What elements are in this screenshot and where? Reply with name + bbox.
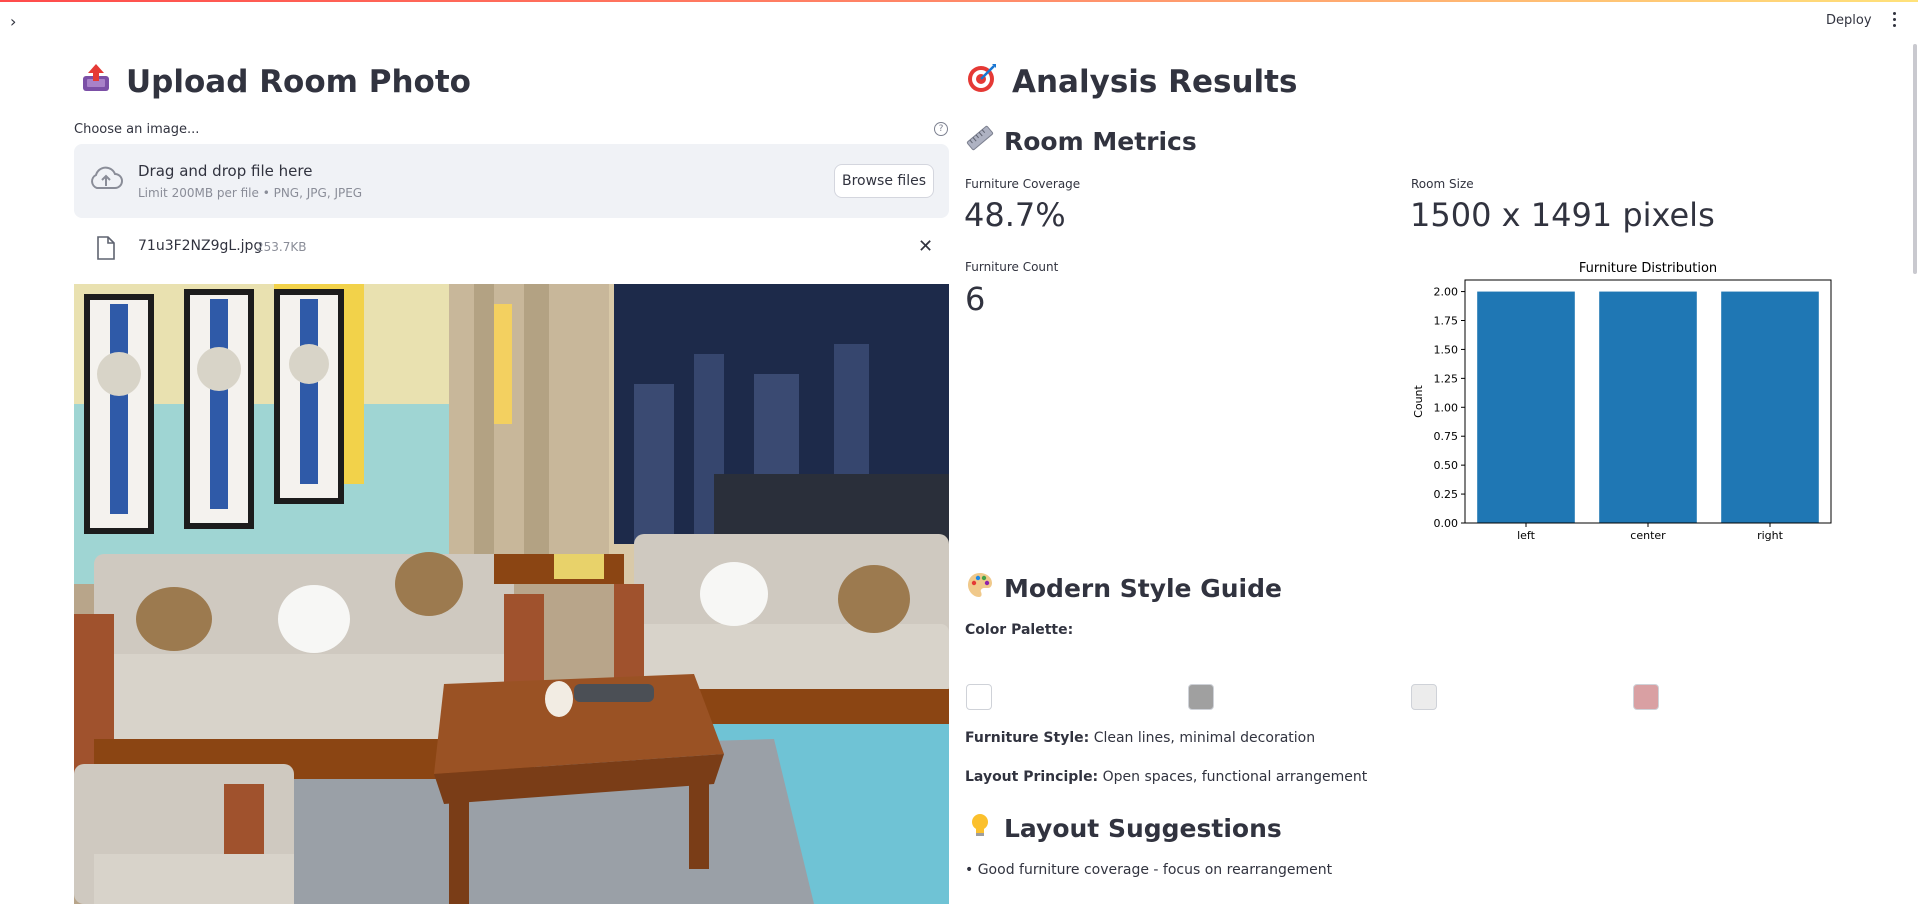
- dropzone-title: Drag and drop file here: [138, 162, 313, 180]
- y-tick-label: 0.50: [1434, 459, 1459, 472]
- scrollbar-thumb[interactable]: [1913, 44, 1917, 274]
- room-metrics-heading: Room Metrics: [966, 124, 1197, 158]
- ruler-icon: [966, 124, 994, 158]
- light-bulb-icon: [966, 811, 994, 845]
- file-uploader-label: Choose an image...: [74, 122, 200, 137]
- top-decoration-bar: [0, 0, 1918, 2]
- layout-principle-label: Layout Principle:: [965, 769, 1099, 785]
- furniture-style-label: Furniture Style:: [965, 730, 1090, 746]
- uploaded-file-row: 71u3F2NZ9gL.jpg 253.7KB ✕: [74, 228, 949, 268]
- browse-files-button[interactable]: Browse files: [834, 164, 934, 198]
- results-title: Analysis Results: [1012, 64, 1298, 100]
- y-tick-label: 1.75: [1434, 315, 1459, 328]
- layout-principle-line: Layout Principle: Open spaces, functiona…: [965, 769, 1367, 785]
- chart-bar: [1599, 291, 1697, 523]
- y-tick-label: 2.00: [1434, 286, 1459, 299]
- palette-swatch: [1633, 684, 1659, 710]
- x-tick-label: left: [1517, 529, 1536, 542]
- deploy-button[interactable]: Deploy: [1826, 13, 1872, 28]
- style-guide-heading: Modern Style Guide: [966, 571, 1282, 605]
- dropzone-hint: Limit 200MB per file • PNG, JPG, JPEG: [138, 186, 363, 200]
- results-heading: Analysis Results: [966, 62, 1297, 102]
- furniture-count-value: 6: [965, 280, 986, 318]
- y-tick-label: 0.25: [1434, 488, 1459, 501]
- y-tick-label: 0.75: [1434, 430, 1459, 443]
- file-dropzone[interactable]: Drag and drop file here Limit 200MB per …: [74, 144, 949, 218]
- suggestion-item: • Good furniture coverage - focus on rea…: [965, 862, 1333, 878]
- room-size-label: Room Size: [1411, 177, 1474, 191]
- room-metrics-title: Room Metrics: [1004, 126, 1197, 156]
- x-tick-label: center: [1630, 529, 1666, 542]
- chart-bar: [1721, 291, 1819, 523]
- room-photo: [74, 284, 949, 904]
- y-tick-label: 0.00: [1434, 517, 1459, 530]
- room-size-value: 1500 x 1491 pixels: [1410, 196, 1715, 234]
- color-palette-label: Color Palette:: [965, 622, 1074, 638]
- target-icon: [966, 62, 998, 102]
- upload-title: Upload Room Photo: [126, 64, 471, 100]
- outbox-tray-icon: [80, 62, 112, 102]
- file-size: 253.7KB: [256, 240, 307, 254]
- furniture-coverage-value: 48.7%: [964, 196, 1066, 234]
- kebab-menu-icon[interactable]: [1890, 12, 1898, 30]
- furniture-count-label: Furniture Count: [965, 260, 1059, 274]
- close-icon[interactable]: ✕: [918, 236, 933, 257]
- palette-swatch: [1411, 684, 1437, 710]
- y-axis-label: Count: [1412, 384, 1425, 417]
- y-tick-label: 1.25: [1434, 372, 1459, 385]
- furniture-distribution-chart: Furniture Distribution left center right 0.0…: [1412, 256, 1842, 550]
- chart-title: Furniture Distribution: [1579, 261, 1717, 276]
- palette-swatch: [1188, 684, 1214, 710]
- palette-icon: [966, 571, 994, 605]
- layout-suggestions-title: Layout Suggestions: [1004, 813, 1282, 843]
- palette-swatch: [966, 684, 992, 710]
- y-tick-label: 1.00: [1434, 401, 1459, 414]
- file-name: 71u3F2NZ9gL.jpg: [138, 238, 263, 254]
- x-tick-label: right: [1757, 529, 1784, 542]
- layout-principle-value: Open spaces, functional arrangement: [1102, 769, 1368, 785]
- chart-bar: [1477, 291, 1575, 523]
- upload-heading: Upload Room Photo: [80, 62, 471, 102]
- furniture-style-value: Clean lines, minimal decoration: [1093, 730, 1316, 746]
- furniture-coverage-label: Furniture Coverage: [965, 177, 1081, 191]
- layout-suggestions-heading: Layout Suggestions: [966, 811, 1282, 845]
- help-icon[interactable]: ?: [934, 122, 948, 136]
- y-tick-label: 1.50: [1434, 343, 1459, 356]
- chevron-right-icon[interactable]: ›: [10, 12, 16, 31]
- style-guide-title: Modern Style Guide: [1004, 573, 1282, 603]
- cloud-upload-icon: [88, 164, 124, 198]
- file-icon: [96, 236, 116, 264]
- furniture-style-line: Furniture Style: Clean lines, minimal de…: [965, 730, 1315, 746]
